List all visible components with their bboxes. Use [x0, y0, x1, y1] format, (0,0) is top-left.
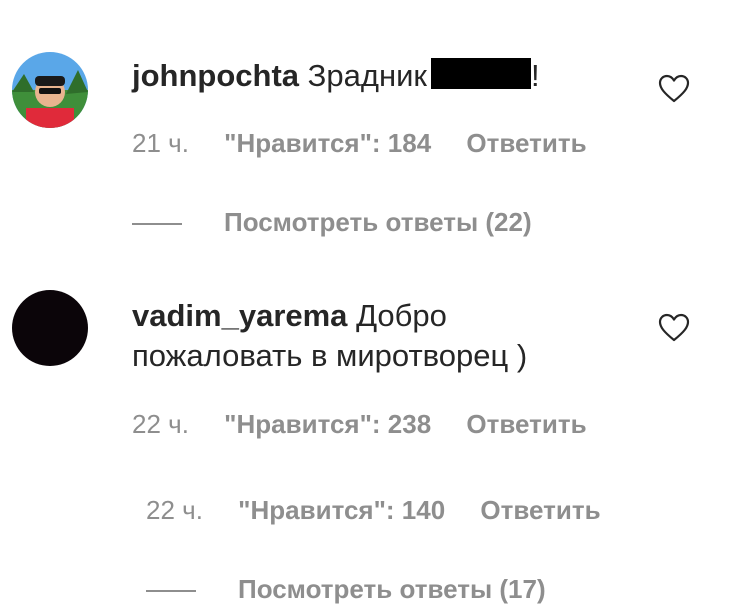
likes-count[interactable]: "Нравится": 140 — [238, 495, 445, 525]
heart-outline-icon[interactable] — [658, 74, 690, 104]
comment-body-end: ! — [530, 58, 540, 93]
redaction-box — [430, 58, 531, 89]
comment-body-line1: Добро — [356, 298, 447, 333]
comment-text: johnpochta Зрадник! — [132, 56, 540, 96]
view-replies-label: Посмотреть ответы (17) — [238, 574, 546, 604]
reply-meta: 22 ч. "Нравится": 140 Ответить — [146, 495, 629, 525]
avatar-johnpochta[interactable] — [12, 52, 88, 128]
view-replies-line — [132, 223, 182, 226]
reply-button[interactable]: Ответить — [480, 495, 600, 525]
likes-count[interactable]: "Нравится": 238 — [224, 409, 431, 439]
timestamp[interactable]: 22 ч. — [132, 409, 189, 439]
reply-button[interactable]: Ответить — [466, 409, 586, 439]
reply-button[interactable]: Ответить — [466, 128, 586, 158]
comment-body: Зрадник — [307, 58, 427, 93]
username[interactable]: vadim_yarema — [132, 298, 347, 333]
avatar-vadim-yarema[interactable] — [12, 290, 88, 366]
timestamp[interactable]: 22 ч. — [146, 495, 203, 525]
likes-count[interactable]: "Нравится": 184 — [224, 128, 431, 158]
avatar-photo — [12, 52, 88, 128]
timestamp[interactable]: 21 ч. — [132, 128, 189, 158]
view-replies-button[interactable]: Посмотреть ответы (17) — [146, 574, 546, 604]
comment-meta: 21 ч. "Нравится": 184 Ответить — [132, 128, 615, 158]
comment-meta: 22 ч. "Нравится": 238 Ответить — [132, 409, 615, 439]
view-replies-label: Посмотреть ответы (22) — [224, 207, 532, 237]
comment-text: vadim_yarema Добро пожаловать в миротвор… — [132, 296, 527, 376]
heart-outline-icon[interactable] — [658, 313, 690, 343]
view-replies-line — [146, 590, 196, 593]
view-replies-button[interactable]: Посмотреть ответы (22) — [132, 207, 532, 237]
comment-body-line2: пожаловать в миротворец ) — [132, 338, 528, 373]
username[interactable]: johnpochta — [132, 58, 299, 93]
